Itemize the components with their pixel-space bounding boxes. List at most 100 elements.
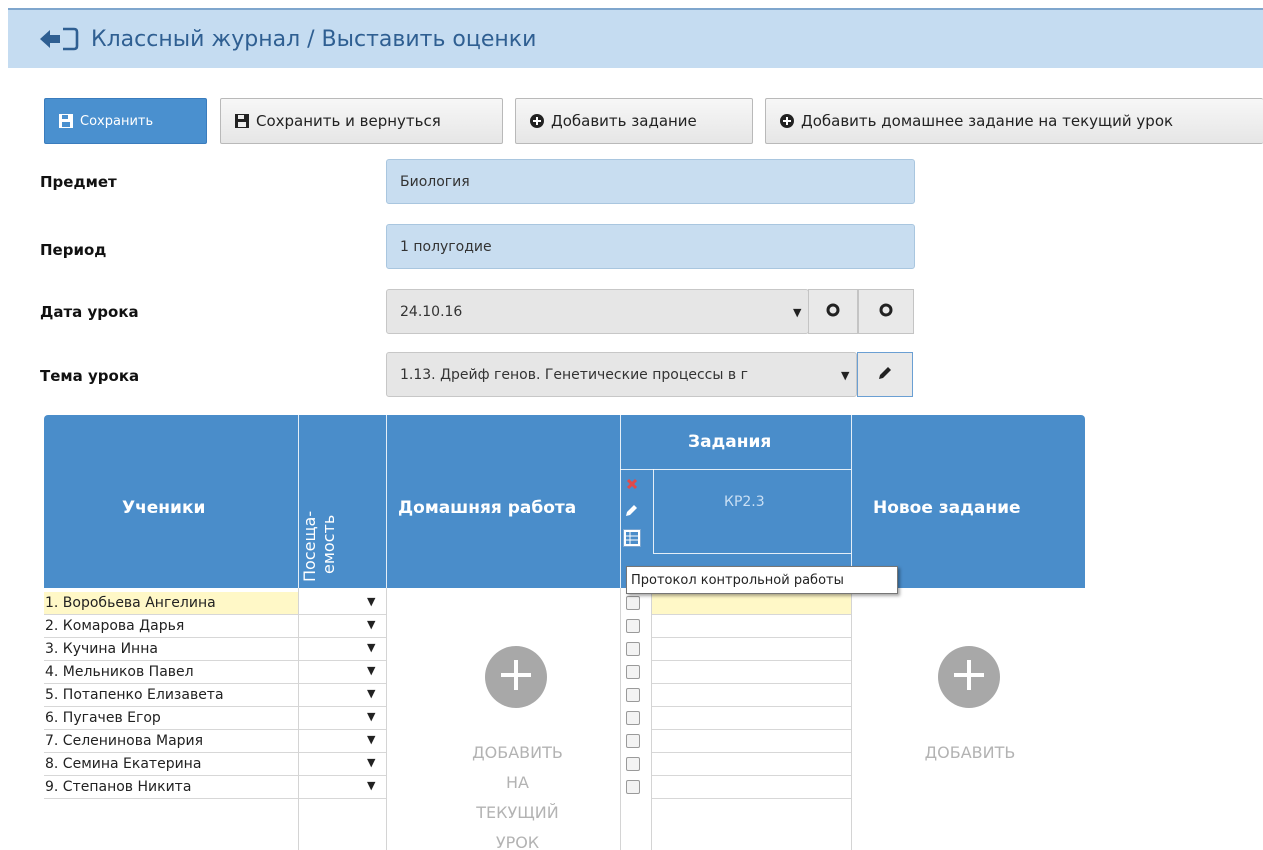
add-homework-text-line: НА <box>506 773 529 792</box>
delete-x-icon[interactable] <box>626 475 638 494</box>
student-name: 5. Потапенко Елизавета <box>45 687 224 703</box>
homework-column-border <box>386 588 387 850</box>
grade-input-cell[interactable] <box>651 776 851 799</box>
column-divider <box>851 415 852 588</box>
student-name: 2. Комарова Дарья <box>45 618 185 634</box>
attendance-dropdown[interactable]: ▼ <box>367 595 375 608</box>
task-checkbox[interactable] <box>626 757 640 771</box>
attendance-dropdown[interactable]: ▼ <box>367 710 375 723</box>
column-divider <box>298 415 299 588</box>
attendance-column-header: Посеща- емость <box>300 511 338 582</box>
plus-circle-icon <box>780 114 794 128</box>
grade-input-cell[interactable] <box>651 730 851 753</box>
task-checkbox[interactable] <box>626 642 640 656</box>
floppy-icon <box>59 114 73 128</box>
new-task-column-header: Новое задание <box>873 498 1021 518</box>
add-task-button[interactable]: Добавить задание <box>515 98 753 144</box>
grade-input-cell[interactable] <box>651 707 851 730</box>
circle-icon <box>826 302 840 321</box>
task-checkbox[interactable] <box>626 665 640 679</box>
lesson-topic-value: 1.13. Дрейф генов. Генетические процессы… <box>400 366 748 383</box>
prev-date-button[interactable] <box>808 289 858 334</box>
task-checkbox[interactable] <box>626 619 640 633</box>
task-checkbox[interactable] <box>626 734 640 748</box>
add-new-task-circle-button[interactable] <box>938 646 1000 708</box>
table-row: 5. Потапенко Елизавета ▼ <box>44 684 386 707</box>
pencil-icon[interactable] <box>625 502 639 521</box>
table-row: 9. Степанов Никита ▼ <box>44 776 386 799</box>
grade-input-cell[interactable] <box>651 684 851 707</box>
tooltip: Протокол контрольной работы <box>626 566 898 594</box>
new-task-column-border <box>851 588 852 850</box>
circle-icon <box>879 302 893 321</box>
new-task-body <box>852 588 1085 850</box>
back-arrow-icon[interactable] <box>38 26 80 52</box>
page-header: Классный журнал / Выставить оценки <box>8 8 1263 68</box>
add-circle-icon <box>498 657 534 697</box>
lesson-topic-select[interactable]: 1.13. Дрейф генов. Генетические процессы… <box>386 352 857 397</box>
attendance-dropdown[interactable]: ▼ <box>367 733 375 746</box>
attendance-dropdown[interactable]: ▼ <box>367 618 375 631</box>
add-homework-text-line: УРОК <box>495 833 540 850</box>
attendance-dropdown[interactable]: ▼ <box>367 756 375 769</box>
task-kr23-header[interactable]: КР2.3 <box>724 494 765 510</box>
attendance-dropdown[interactable]: ▼ <box>367 779 375 792</box>
student-name: 3. Кучина Инна <box>45 641 158 657</box>
lesson-topic-label: Тема урока <box>40 367 140 385</box>
table-row: 4. Мельников Павел ▼ <box>44 661 386 684</box>
attendance-dropdown[interactable]: ▼ <box>367 641 375 654</box>
grade-input-cell[interactable] <box>651 753 851 776</box>
edit-topic-button[interactable] <box>857 352 913 397</box>
add-homework-button[interactable]: Добавить домашнее задание на текущий уро… <box>765 98 1263 144</box>
student-name: 6. Пугачев Егор <box>45 710 161 726</box>
student-name: 8. Семина Екатерина <box>45 756 202 772</box>
task-checkbox[interactable] <box>626 780 640 794</box>
attendance-dropdown[interactable]: ▼ <box>367 687 375 700</box>
grade-input-cell[interactable] <box>651 638 851 661</box>
row-divider <box>653 553 851 554</box>
student-name: 7. Селенинова Мария <box>45 733 204 749</box>
save-and-return-button[interactable]: Сохранить и вернуться <box>220 98 503 144</box>
subject-field[interactable]: Биология <box>386 159 915 204</box>
add-task-label: Добавить задание <box>551 112 697 130</box>
table-row: 3. Кучина Инна ▼ <box>44 638 386 661</box>
table-row: 7. Селенинова Мария ▼ <box>44 730 386 753</box>
task-checkbox[interactable] <box>626 688 640 702</box>
save-button[interactable]: Сохранить <box>44 98 207 144</box>
chevron-down-icon: ▼ <box>793 306 802 319</box>
grade-input-cell[interactable] <box>651 615 851 638</box>
save-button-label: Сохранить <box>80 113 154 129</box>
row-divider <box>620 469 851 470</box>
homework-column-header: Домашняя работа <box>398 498 577 518</box>
period-field[interactable]: 1 полугодие <box>386 224 915 269</box>
task-checkbox[interactable] <box>626 711 640 725</box>
table-row: 6. Пугачев Егор ▼ <box>44 707 386 730</box>
task-checkbox[interactable] <box>626 596 640 610</box>
table-row: 1. Воробьева Ангелина ▼ <box>44 592 386 615</box>
plus-circle-icon <box>530 114 544 128</box>
attendance-header-line: емость <box>319 514 338 574</box>
page-title: Классный журнал / Выставить оценки <box>91 27 537 52</box>
add-homework-label: Добавить домашнее задание на текущий уро… <box>801 112 1174 130</box>
student-name: 9. Степанов Никита <box>45 779 192 795</box>
table-icon[interactable] <box>623 529 641 547</box>
column-divider <box>386 415 387 588</box>
students-column-header: Ученики <box>122 498 206 518</box>
lesson-date-select[interactable]: 24.10.16 <box>386 289 809 334</box>
add-homework-text-line: ТЕКУЩИЙ <box>476 803 559 822</box>
next-date-button[interactable] <box>858 289 914 334</box>
grade-input-cell[interactable] <box>651 592 851 615</box>
add-homework-text[interactable]: ДОБАВИТЬ НА ТЕКУЩИЙ УРОК <box>470 738 565 850</box>
grade-input-cell[interactable] <box>651 661 851 684</box>
column-divider <box>653 469 654 553</box>
add-homework-circle-button[interactable] <box>485 646 547 708</box>
chevron-down-icon: ▼ <box>841 369 850 382</box>
student-name: 1. Воробьева Ангелина <box>45 595 216 611</box>
attendance-dropdown[interactable]: ▼ <box>367 664 375 677</box>
subject-label: Предмет <box>40 173 117 191</box>
tasks-column-header: Задания <box>688 432 772 452</box>
attendance-header-line: Посеща- <box>300 510 319 582</box>
floppy-icon <box>235 114 249 128</box>
period-label: Период <box>40 241 107 259</box>
add-new-task-text[interactable]: ДОБАВИТЬ <box>920 738 1020 768</box>
